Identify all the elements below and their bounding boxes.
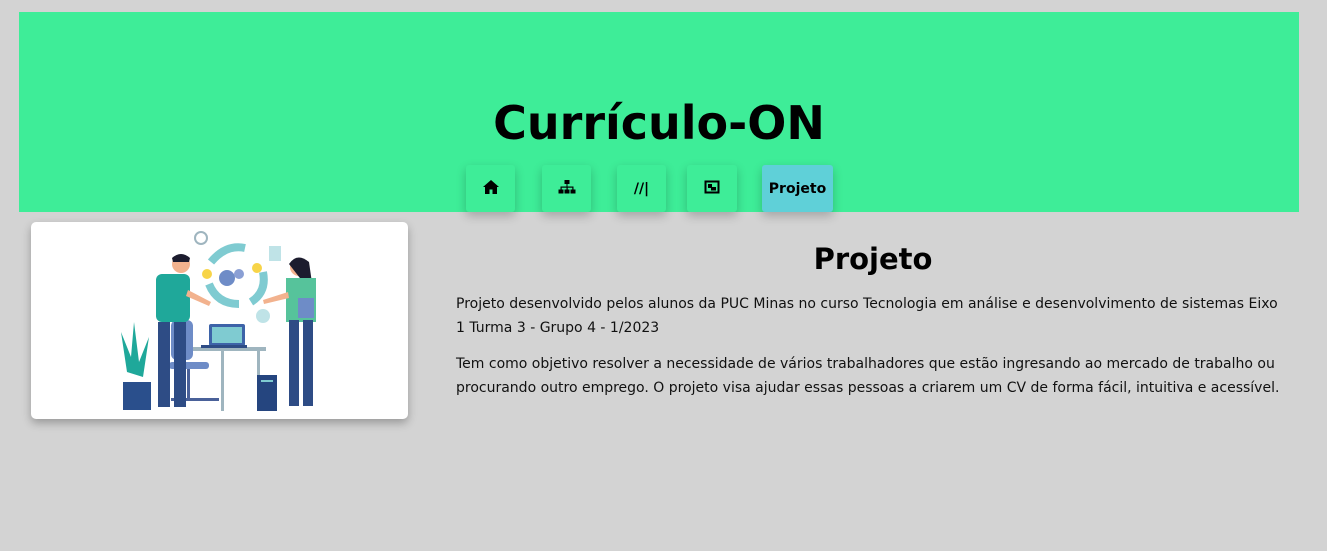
section-title: Projeto xyxy=(813,242,933,276)
nav-home-button[interactable] xyxy=(466,165,515,212)
home-icon xyxy=(482,179,500,199)
slashes-icon: //| xyxy=(633,180,650,197)
project-section: Projeto Projeto desenvolvido pelos aluno… xyxy=(456,236,1288,400)
team-collaboration-illustration xyxy=(121,231,316,411)
description-paragraph-1: Projeto desenvolvido pelos alunos da PUC… xyxy=(456,296,1278,336)
project-image-card xyxy=(31,222,408,419)
nav-projeto-label: Projeto xyxy=(768,180,827,197)
nav-projeto-tab[interactable]: Projeto xyxy=(762,165,833,212)
portrait-icon xyxy=(704,179,720,198)
nav-library-button[interactable]: //| xyxy=(617,165,666,212)
site-title: Currículo-ON xyxy=(493,96,825,150)
main-nav: //| Projeto xyxy=(19,165,1299,213)
nav-portrait-button[interactable] xyxy=(687,165,737,212)
sitemap-icon xyxy=(558,179,576,199)
site-header: Currículo-ON //| Projeto xyxy=(19,12,1299,212)
nav-sitemap-button[interactable] xyxy=(542,165,591,212)
description-paragraph-2: Tem como objetivo resolver a necessidade… xyxy=(456,356,1280,396)
